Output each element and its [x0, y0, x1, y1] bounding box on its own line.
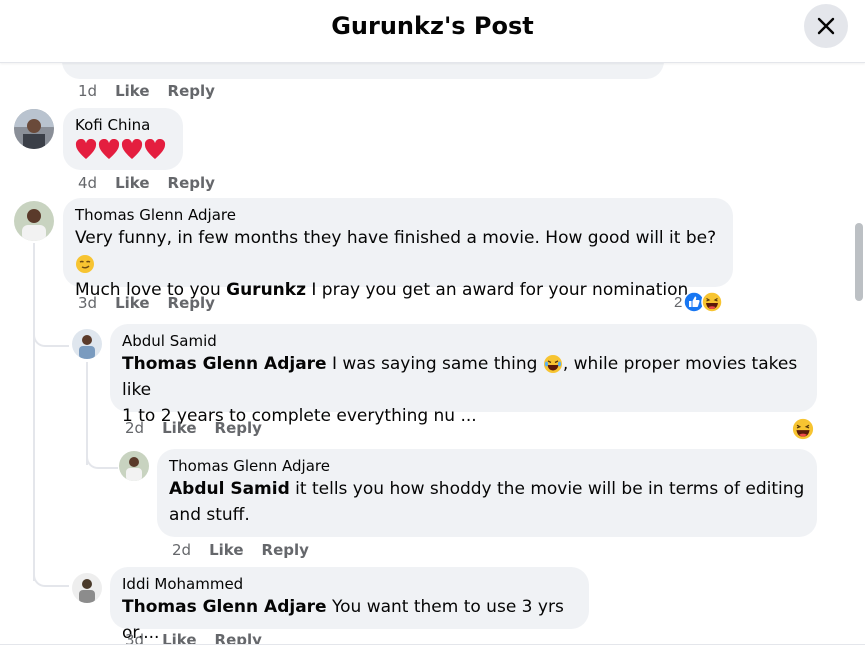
haha-reaction-icon — [701, 291, 724, 313]
close-button[interactable] — [804, 4, 848, 48]
comment-author[interactable]: Thomas Glenn Adjare — [75, 206, 721, 225]
reply-connector — [33, 321, 69, 347]
comment-author[interactable]: Kofi China — [75, 116, 171, 135]
comment-time: 2d — [125, 419, 145, 437]
avatar[interactable] — [72, 329, 102, 359]
reaction-count: 2 — [674, 293, 683, 311]
comment-actions: 1d Like Reply — [78, 82, 215, 100]
smirk-emoji — [76, 255, 94, 273]
reply-link[interactable]: Reply — [262, 541, 309, 559]
comment-time: 2d — [172, 541, 192, 559]
reply-link[interactable]: Reply — [215, 419, 262, 437]
comment-author[interactable]: Iddi Mohammed — [122, 575, 577, 594]
comment-actions: 2d Like Reply — [125, 419, 262, 437]
mention-link[interactable]: Thomas Glenn Adjare — [122, 354, 327, 374]
comment-time: 4d — [78, 174, 98, 192]
avatar[interactable] — [72, 573, 102, 603]
comment-bubble: Iddi Mohammed Thomas Glenn Adjare You wa… — [110, 567, 589, 643]
reply-link[interactable]: Reply — [168, 174, 215, 192]
comment-bubble: Thomas Glenn Adjare Abdul Samid it tells… — [157, 449, 817, 537]
reply-connector — [33, 563, 69, 587]
avatar[interactable] — [14, 109, 54, 149]
reply-connector — [86, 443, 118, 469]
comment-text: Abdul Samid it tells you how shoddy the … — [169, 479, 805, 499]
comment-actions: 3d Like Reply — [78, 294, 215, 312]
like-link[interactable]: Like — [115, 174, 149, 192]
comment-time: 1d — [78, 82, 98, 100]
comment-text: Thomas Glenn Adjare I was saying same th… — [122, 354, 798, 400]
comment-actions: 2d Like Reply — [172, 541, 309, 559]
comment-time: 3d — [78, 294, 98, 312]
avatar[interactable] — [119, 451, 149, 481]
reaction-summary[interactable] — [791, 417, 815, 446]
reaction-summary[interactable]: 2 — [674, 291, 724, 313]
comment-bubble-partial — [62, 63, 664, 79]
comment-text: Very funny, in few months they have fini… — [75, 225, 721, 277]
post-dialog-header: Gurunkz's Post — [0, 0, 865, 63]
reply-link[interactable]: Reply — [168, 82, 215, 100]
like-link[interactable]: Like — [115, 294, 149, 312]
comment-actions: 4d Like Reply — [78, 174, 215, 192]
scrollbar[interactable] — [853, 63, 865, 651]
like-link[interactable]: Like — [209, 541, 243, 559]
comment-bubble: Abdul Samid Thomas Glenn Adjare I was sa… — [110, 324, 817, 426]
reply-link[interactable]: Reply — [168, 294, 215, 312]
mention-link[interactable]: Thomas Glenn Adjare — [122, 597, 327, 617]
comments-list[interactable]: 1d Like Reply Kofi China 4d Like Reply T… — [0, 63, 853, 651]
reply-thread-line — [33, 243, 35, 581]
mention-link[interactable]: Abdul Samid — [169, 479, 290, 499]
scrollbar-thumb[interactable] — [855, 223, 863, 301]
comment-author[interactable]: Thomas Glenn Adjare — [169, 457, 805, 476]
comment-author[interactable]: Abdul Samid — [122, 332, 805, 351]
laughing-emoji — [543, 355, 562, 373]
page-title: Gurunkz's Post — [331, 12, 534, 40]
avatar[interactable] — [14, 201, 54, 241]
mention-link[interactable]: Gurunkz — [226, 280, 306, 300]
haha-reaction-icon — [791, 417, 815, 441]
like-link[interactable]: Like — [115, 82, 149, 100]
like-link[interactable]: Like — [162, 419, 196, 437]
comment-bubble: Thomas Glenn Adjare Very funny, in few m… — [63, 198, 733, 300]
comment-text-line2: and stuff. — [169, 505, 250, 525]
heart-emoji-row — [75, 138, 171, 161]
heart-emoji — [75, 138, 166, 159]
close-icon — [817, 17, 835, 35]
comment-bubble: Kofi China — [63, 108, 183, 170]
